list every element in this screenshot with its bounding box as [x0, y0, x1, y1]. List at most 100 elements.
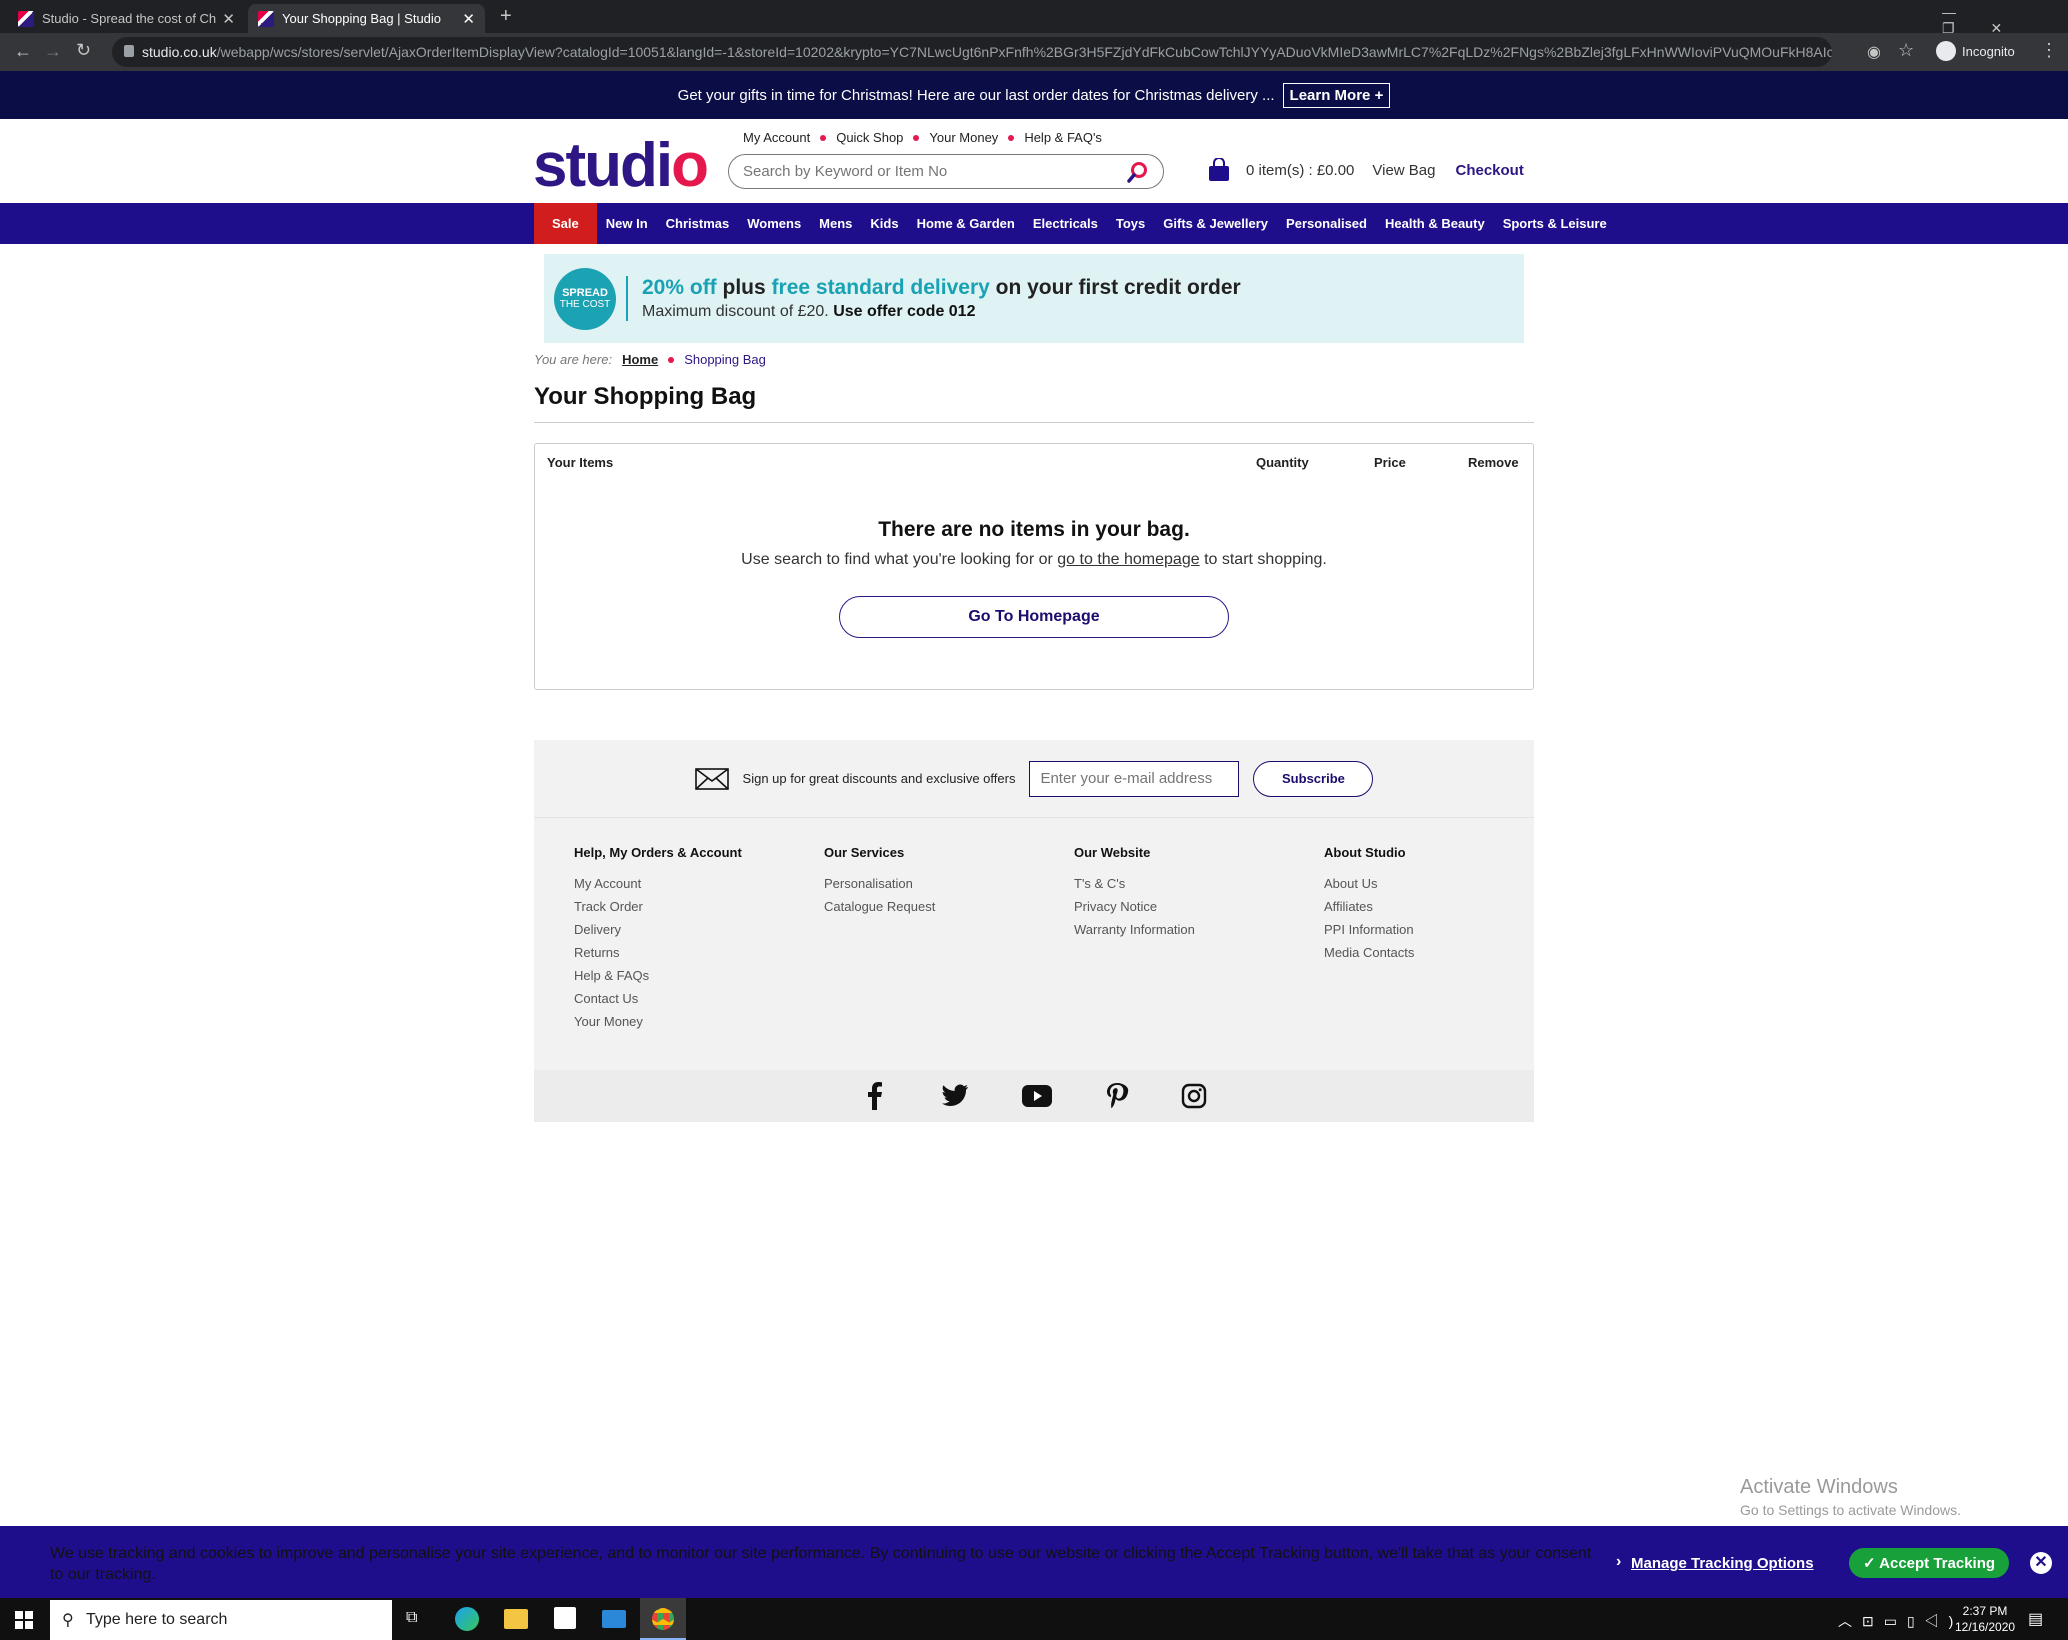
- browser-tab[interactable]: Studio - Spread the cost of Chris ✕: [8, 4, 245, 33]
- nav-womens[interactable]: Womens: [738, 203, 810, 244]
- banner-rest: on your first credit order: [989, 276, 1241, 299]
- search-icon[interactable]: [1127, 161, 1149, 183]
- social-links: [534, 1070, 1534, 1122]
- breadcrumb: You are here: Home Shopping Bag: [534, 352, 766, 367]
- twitter-icon[interactable]: [941, 1084, 969, 1108]
- col-quantity: Quantity: [1256, 455, 1309, 470]
- search-input[interactable]: [743, 163, 1127, 180]
- nav-gifts-jewellery[interactable]: Gifts & Jewellery: [1154, 203, 1277, 244]
- notifications-icon[interactable]: ▤: [2028, 1609, 2043, 1629]
- go-to-homepage-button[interactable]: Go To Homepage: [839, 596, 1229, 638]
- nav-toys[interactable]: Toys: [1107, 203, 1154, 244]
- footer-link[interactable]: Affiliates: [1324, 900, 1414, 914]
- learn-more-link[interactable]: Learn More +: [1282, 82, 1391, 108]
- nav-mens[interactable]: Mens: [810, 203, 861, 244]
- checkout-link[interactable]: Checkout: [1456, 162, 1524, 179]
- nav-sale[interactable]: Sale: [534, 203, 597, 244]
- facebook-icon[interactable]: [861, 1082, 889, 1110]
- reload-icon[interactable]: ↻: [76, 40, 91, 61]
- footer-link[interactable]: Warranty Information: [1074, 923, 1195, 937]
- col-remove: Remove: [1468, 455, 1519, 470]
- clock[interactable]: 2:37 PM 12/16/2020: [1955, 1603, 2015, 1635]
- incognito-icon: [1936, 41, 1956, 61]
- footer-heading: Our Website: [1074, 845, 1151, 860]
- signup-text: Sign up for great discounts and exclusiv…: [742, 771, 1016, 786]
- studio-favicon-icon: [18, 10, 34, 27]
- system-tray-icons[interactable]: ︿⊡▭▯◁): [1838, 1611, 1963, 1631]
- clock-date: 12/16/2020: [1955, 1620, 2016, 1634]
- windows-start-icon[interactable]: [15, 1611, 33, 1629]
- chrome-icon: [652, 1608, 674, 1630]
- nav-christmas[interactable]: Christmas: [657, 203, 739, 244]
- footer-link[interactable]: T's & C's: [1074, 877, 1195, 891]
- instagram-icon[interactable]: [1181, 1083, 1207, 1109]
- tab-title: Your Shopping Bag | Studio: [282, 11, 442, 26]
- footer-link[interactable]: My Account: [574, 877, 742, 891]
- footer-link[interactable]: Media Contacts: [1324, 946, 1414, 960]
- help-faq-link[interactable]: Help & FAQ's: [1024, 130, 1102, 145]
- footer-link[interactable]: Personalisation: [824, 877, 935, 891]
- banner-text: 20% off plus free standard delivery on y…: [626, 276, 1241, 321]
- studio-logo[interactable]: studio: [533, 135, 709, 197]
- footer-link[interactable]: About Us: [1324, 877, 1414, 891]
- browser-tab-active[interactable]: Your Shopping Bag | Studio ✕: [248, 4, 485, 33]
- envelope-icon: [694, 767, 729, 790]
- manage-tracking-link[interactable]: Manage Tracking Options: [1631, 1555, 1814, 1572]
- shopping-bag-icon[interactable]: [1208, 158, 1230, 182]
- footer-link[interactable]: Privacy Notice: [1074, 900, 1195, 914]
- store-icon[interactable]: [554, 1607, 576, 1629]
- accept-tracking-button[interactable]: ✓ Accept Tracking: [1849, 1548, 2009, 1578]
- subscribe-button[interactable]: Subscribe: [1253, 760, 1374, 797]
- quick-shop-link[interactable]: Quick Shop: [836, 130, 903, 145]
- nav-kids[interactable]: Kids: [861, 203, 907, 244]
- forward-icon[interactable]: →: [44, 41, 62, 62]
- offer-banner[interactable]: SPREAD THE COST 20% off plus free standa…: [544, 254, 1524, 343]
- close-icon[interactable]: ✕: [2030, 1552, 2052, 1574]
- badge-bottom-text: THE COST: [559, 298, 611, 310]
- my-account-link[interactable]: My Account: [743, 130, 810, 145]
- mail-icon[interactable]: [602, 1610, 626, 1628]
- close-tab-icon[interactable]: ✕: [462, 10, 475, 28]
- footer-link[interactable]: Contact Us: [574, 992, 742, 1006]
- youtube-icon[interactable]: [1021, 1084, 1053, 1108]
- view-bag-link[interactable]: View Bag: [1372, 162, 1435, 179]
- your-money-link[interactable]: Your Money: [929, 130, 998, 145]
- footer-link[interactable]: Catalogue Request: [824, 900, 935, 914]
- nav-new-in[interactable]: New In: [597, 203, 657, 244]
- chrome-taskbar-item[interactable]: [640, 1598, 686, 1640]
- browser-menu-icon[interactable]: ⋮: [2040, 40, 2058, 61]
- taskbar-search-input[interactable]: ⚲ Type here to search: [50, 1600, 392, 1640]
- close-tab-icon[interactable]: ✕: [222, 10, 235, 28]
- edge-icon[interactable]: [455, 1607, 479, 1631]
- homepage-link[interactable]: go to the homepage: [1057, 551, 1199, 568]
- email-field[interactable]: [1029, 760, 1240, 797]
- footer-link[interactable]: PPI Information: [1324, 923, 1414, 937]
- back-icon[interactable]: ←: [14, 41, 32, 62]
- breadcrumb-home[interactable]: Home: [622, 352, 658, 367]
- incognito-profile[interactable]: Incognito: [1936, 41, 2015, 61]
- task-view-icon[interactable]: ⧉: [406, 1609, 417, 1627]
- url-field[interactable]: studio.co.uk/webapp/wcs/stores/servlet/A…: [112, 37, 1832, 67]
- new-tab-icon[interactable]: +: [500, 5, 512, 28]
- tab-title: Studio - Spread the cost of Chris: [42, 11, 217, 26]
- footer-link[interactable]: Help & FAQs: [574, 969, 742, 983]
- pinterest-icon[interactable]: [1105, 1082, 1129, 1110]
- activate-windows-watermark: Activate Windows Go to Settings to activ…: [1740, 1476, 1961, 1518]
- nav-health-beauty[interactable]: Health & Beauty: [1376, 203, 1494, 244]
- file-explorer-icon[interactable]: [504, 1609, 528, 1629]
- nav-sports-leisure[interactable]: Sports & Leisure: [1494, 203, 1616, 244]
- nav-electricals[interactable]: Electricals: [1024, 203, 1107, 244]
- footer-link[interactable]: Track Order: [574, 900, 742, 914]
- footer-col-help: Help, My Orders & Account My Account Tra…: [574, 845, 742, 1038]
- tracking-blocked-icon[interactable]: ◉: [1867, 42, 1881, 62]
- bookmark-star-icon[interactable]: ☆: [1898, 40, 1914, 61]
- footer-col-website: Our Website T's & C's Privacy Notice War…: [1074, 845, 1195, 946]
- clock-time: 2:37 PM: [1962, 1604, 2008, 1618]
- bag-count[interactable]: 0 item(s) : £0.00: [1246, 162, 1354, 179]
- nav-home-garden[interactable]: Home & Garden: [908, 203, 1024, 244]
- nav-personalised[interactable]: Personalised: [1277, 203, 1376, 244]
- footer-link[interactable]: Your Money: [574, 1015, 742, 1029]
- footer-link[interactable]: Returns: [574, 946, 742, 960]
- footer-link[interactable]: Delivery: [574, 923, 742, 937]
- empty-bag-title: There are no items in your bag.: [878, 518, 1190, 541]
